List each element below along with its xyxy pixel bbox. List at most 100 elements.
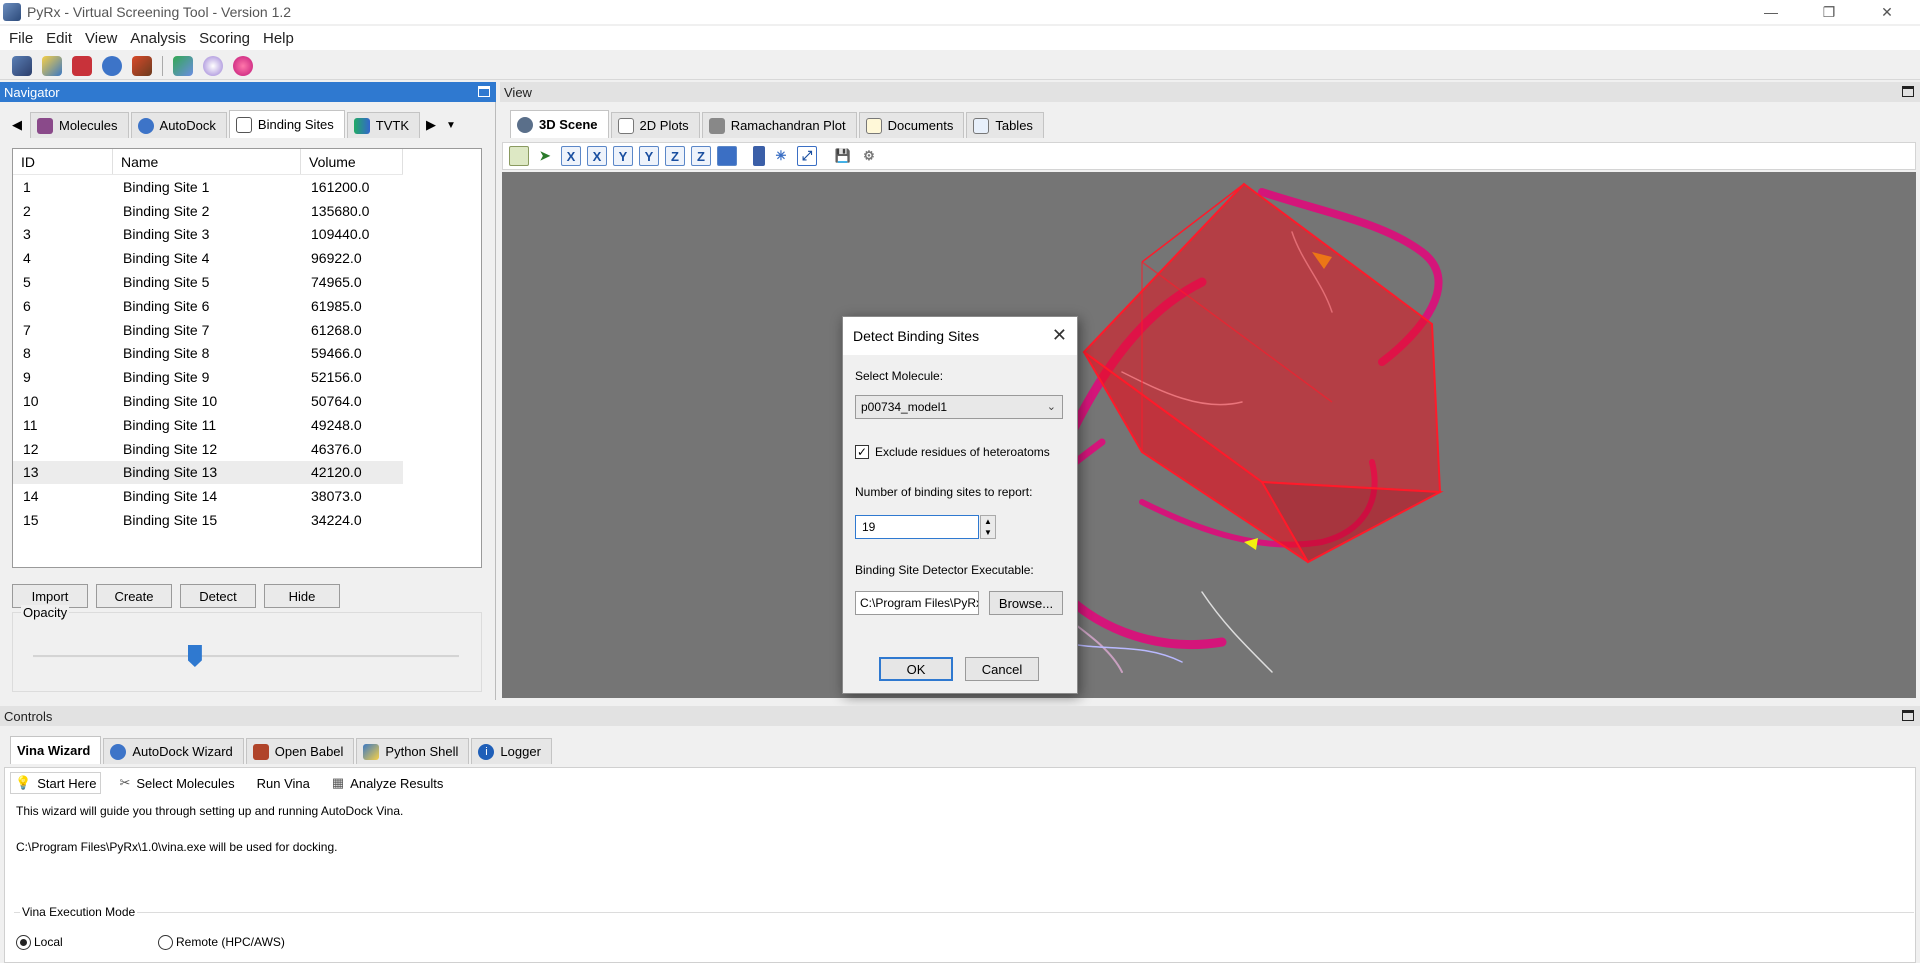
view-y-minus-icon[interactable]: Y [639,146,659,166]
network-icon[interactable] [173,55,193,76]
table-row[interactable]: 11 Binding Site 11 49248.0 [13,413,403,437]
tab-vina-wizard[interactable]: Vina Wizard [10,736,102,764]
tab-tables[interactable]: Tables [966,112,1044,138]
tab-logger[interactable]: i Logger [471,738,552,764]
tab-3d-scene[interactable]: 3D Scene [510,110,609,138]
tab-binding-sites[interactable]: Binding Sites [228,110,345,138]
molecule-select[interactable]: p00734_model1 ⌄ [855,395,1063,419]
molecule-tool-icon[interactable] [12,55,32,76]
tab-open-babel[interactable]: Open Babel [245,738,355,764]
table-row[interactable]: 9 Binding Site 9 52156.0 [13,365,403,389]
step-analyze-results[interactable]: ▦ Analyze Results [328,773,448,793]
cancel-button[interactable]: Cancel [965,657,1039,681]
menu-help[interactable]: Help [263,30,294,47]
scroll-left-icon[interactable]: ◀ [6,112,28,138]
menu-scoring[interactable]: Scoring [199,30,250,47]
controls-title: Controls [4,708,53,724]
tab-menu-icon[interactable]: ▼ [442,112,460,138]
navigator-panel: Navigator ◀ Molecules AutoDock Binding S… [0,82,496,700]
table-row[interactable]: 4 Binding Site 4 96922.0 [13,246,403,270]
browse-button[interactable]: Browse... [989,591,1063,615]
tab-autodock[interactable]: AutoDock [130,112,227,138]
sphere-icon[interactable] [203,55,223,76]
protein-icon[interactable] [72,55,92,76]
settings-gear-icon[interactable]: ⚙ [859,146,879,166]
view-z-plus-icon[interactable]: Z [665,146,685,166]
isometric-icon[interactable] [717,146,737,166]
ligand-icon[interactable] [132,55,152,76]
axes-icon[interactable]: ✳ [771,146,791,166]
python-icon [363,743,380,760]
reset-view-icon[interactable] [509,146,529,166]
cell-volume: 74965.0 [311,274,362,291]
table-row[interactable]: 3 Binding Site 3 109440.0 [13,223,403,247]
table-row[interactable]: 7 Binding Site 7 61268.0 [13,318,403,342]
table-row[interactable]: 6 Binding Site 6 61985.0 [13,294,403,318]
detect-button[interactable]: Detect [180,584,256,608]
table-row[interactable]: 5 Binding Site 5 74965.0 [13,270,403,294]
column-volume[interactable]: Volume [301,149,403,174]
tab-molecules[interactable]: Molecules [30,112,129,138]
menu-analysis[interactable]: Analysis [130,30,186,47]
spin-up-icon[interactable]: ▲ [984,517,992,526]
dialog-close-icon[interactable]: ✕ [1052,325,1067,346]
view-x-plus-icon[interactable]: X [561,146,581,166]
pick-icon[interactable]: ➤ [535,146,555,166]
exclude-heteroatoms-checkbox[interactable]: ✓ [855,445,869,459]
spin-down-icon[interactable]: ▼ [984,528,992,537]
tables-icon [973,117,990,134]
table-row[interactable]: 1 Binding Site 1 161200.0 [13,175,403,199]
table-row[interactable]: 2 Binding Site 2 135680.0 [13,199,403,223]
tab-2d-plots[interactable]: 2D Plots [610,112,700,138]
table-row[interactable]: 15 Binding Site 15 34224.0 [13,508,403,532]
number-sites-spinner[interactable]: ▲ ▼ [980,515,996,539]
view-x-minus-icon[interactable]: X [587,146,607,166]
ball-icon[interactable] [233,55,253,76]
opacity-slider-thumb[interactable] [187,645,202,667]
tab-tvtk[interactable]: TVTK [346,112,421,138]
menu-view[interactable]: View [85,30,117,47]
autodock-icon[interactable] [102,55,122,76]
step-run-vina[interactable]: Run Vina [253,774,314,793]
table-row[interactable]: 8 Binding Site 8 59466.0 [13,342,403,366]
menu-edit[interactable]: Edit [46,30,72,47]
number-sites-input[interactable]: 19 [855,515,979,539]
tab-autodock-wizard[interactable]: AutoDock Wizard [103,738,244,764]
binding-sites-list[interactable]: ID Name Volume 1 Binding Site 1 161200.0 2 B… [12,148,482,568]
tab-documents[interactable]: Documents [858,112,965,138]
scroll-right-icon[interactable]: ▶ [422,112,440,138]
maximize-icon[interactable] [478,86,490,97]
maximize-icon[interactable] [1902,86,1914,97]
3d-scene-canvas[interactable] [502,172,1916,698]
fullscreen-icon[interactable]: ⤢ [797,146,817,166]
executable-path-input[interactable]: C:\Program Files\PyRx [855,591,979,615]
hide-button[interactable]: Hide [264,584,340,608]
create-button[interactable]: Create [96,584,172,608]
radio-remote[interactable] [158,935,173,950]
tab-ramachandran-plot[interactable]: Ramachandran Plot [701,112,857,138]
controls-tabs: Vina Wizard AutoDock Wizard Open Babel P… [10,736,554,764]
table-row[interactable]: 10 Binding Site 10 50764.0 [13,389,403,413]
menu-file[interactable]: File [9,30,33,47]
view-y-plus-icon[interactable]: Y [613,146,633,166]
cell-volume: 161200.0 [311,178,370,195]
table-row[interactable]: 13 Binding Site 13 42120.0 [13,460,403,485]
save-icon[interactable]: 💾 [833,146,853,166]
close-button[interactable]: ✕ [1858,0,1916,24]
ok-button[interactable]: OK [879,657,953,681]
maximize-icon[interactable] [1902,710,1914,721]
parallel-projection-icon[interactable] [753,146,765,166]
step-select-molecules[interactable]: ✂ Select Molecules [115,773,238,793]
column-name[interactable]: Name [113,149,301,174]
minimize-button[interactable]: — [1742,0,1800,24]
restore-button[interactable]: ❐ [1800,0,1858,24]
column-id[interactable]: ID [13,149,113,174]
opacity-slider-track[interactable] [33,655,459,658]
python-icon[interactable] [42,55,62,76]
table-row[interactable]: 14 Binding Site 14 38073.0 [13,484,403,508]
step-start-here[interactable]: 💡 Start Here [10,772,102,794]
table-row[interactable]: 12 Binding Site 12 46376.0 [13,437,403,461]
tab-python-shell[interactable]: Python Shell [356,738,470,764]
view-z-minus-icon[interactable]: Z [691,146,711,166]
radio-local[interactable] [16,935,31,950]
